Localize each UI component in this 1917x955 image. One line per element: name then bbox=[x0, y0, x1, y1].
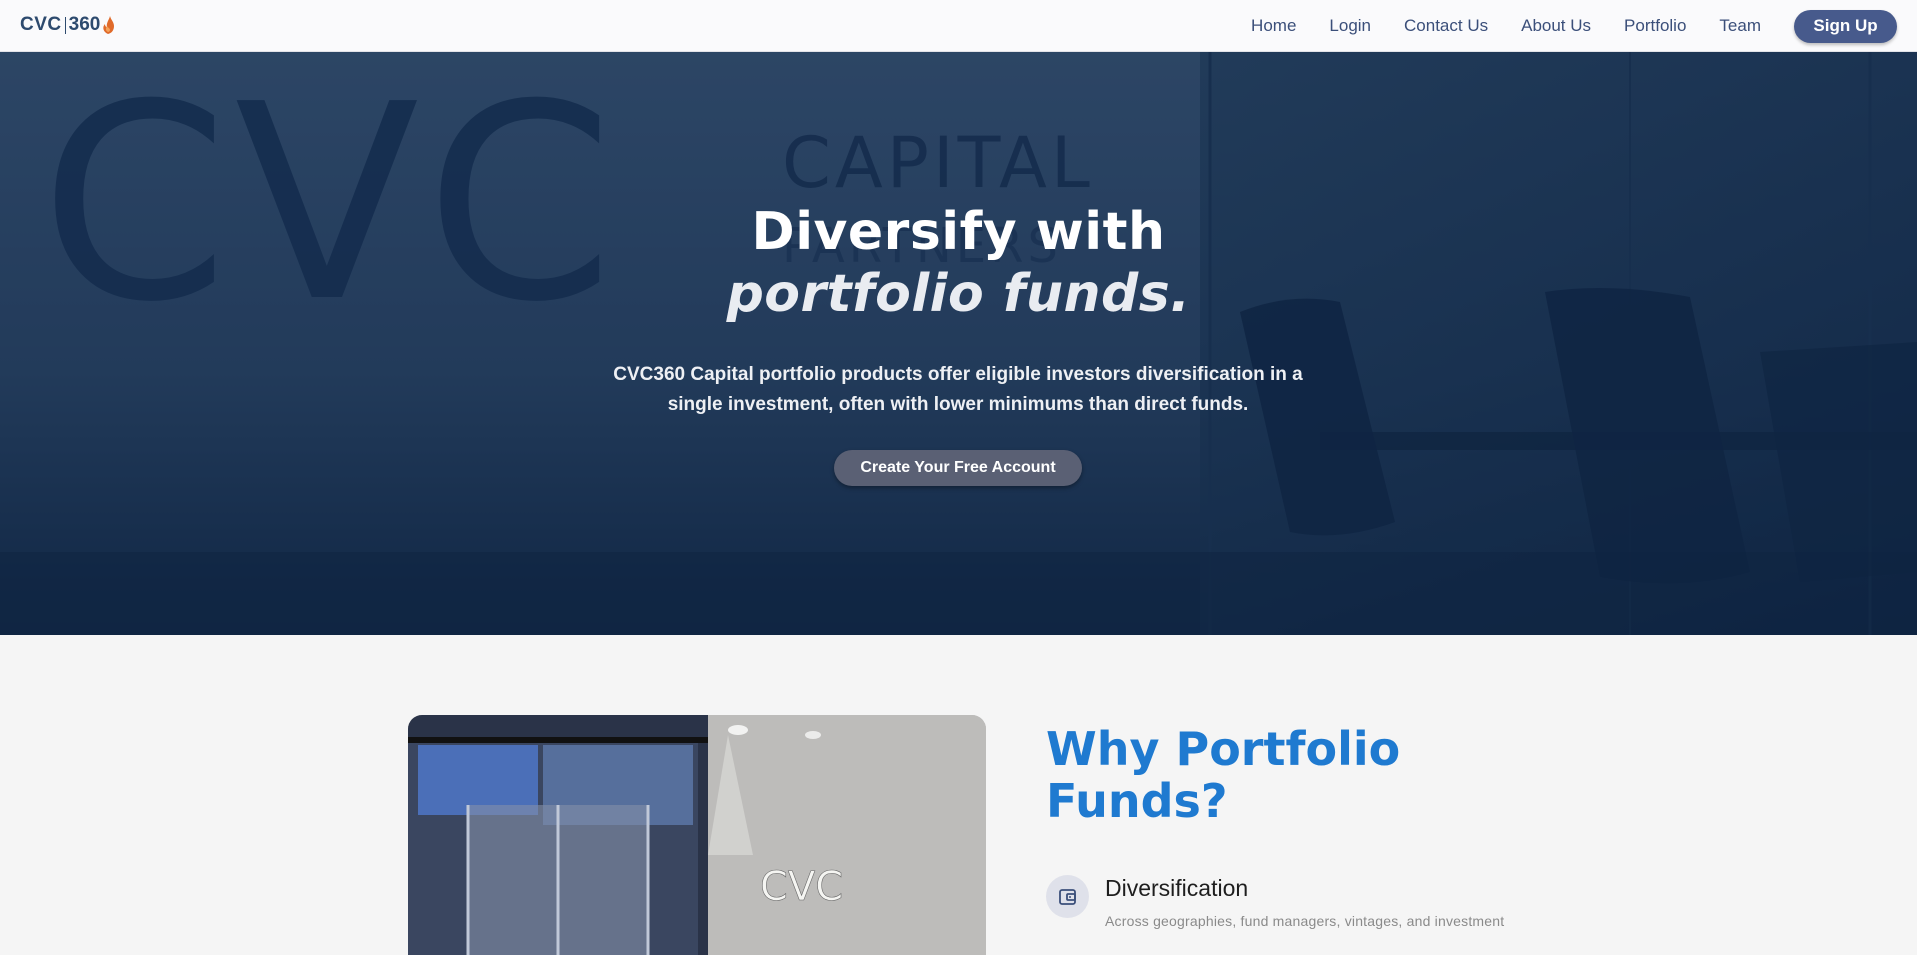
why-section-title: Why Portfolio Funds? bbox=[1046, 722, 1401, 828]
nav-portfolio-link[interactable]: Portfolio bbox=[1624, 16, 1686, 36]
hero-subtitle: CVC360 Capital portfolio products offer … bbox=[613, 364, 1303, 415]
nav-login-link[interactable]: Login bbox=[1329, 16, 1371, 36]
logo-text-360: 360 bbox=[68, 14, 101, 35]
nav-contact-link[interactable]: Contact Us bbox=[1404, 16, 1488, 36]
nav-team-link[interactable]: Team bbox=[1719, 16, 1761, 36]
hero-title-line2: portfolio funds. bbox=[726, 264, 1191, 324]
logo-text-cvc: CVC bbox=[20, 14, 62, 35]
top-navbar: CVC 360 Home Login Contact Us About Us P… bbox=[0, 0, 1917, 52]
nav-links: Home Login Contact Us About Us Portfolio… bbox=[1251, 0, 1897, 52]
office-entrance-photo: CVC bbox=[408, 715, 986, 955]
office-entrance-image: CVC bbox=[408, 715, 986, 955]
feature-description: Across geographies, fund managers, vinta… bbox=[1105, 913, 1505, 929]
create-account-button[interactable]: Create Your Free Account bbox=[834, 450, 1082, 486]
logo-separator bbox=[64, 16, 66, 34]
cvc360-logo[interactable]: CVC 360 bbox=[20, 13, 116, 37]
flame-icon bbox=[103, 16, 115, 34]
nav-home-link[interactable]: Home bbox=[1251, 16, 1296, 36]
sign-up-button[interactable]: Sign Up bbox=[1794, 9, 1897, 43]
hero-content: Diversify with portfolio funds. CVC360 C… bbox=[0, 52, 1917, 635]
office-sign-text: CVC bbox=[760, 864, 843, 910]
nav-about-link[interactable]: About Us bbox=[1521, 16, 1591, 36]
hero-section: CVC CAPITAL PARTNERS Diversify with port… bbox=[0, 52, 1917, 635]
hero-title-line1: Diversify with bbox=[751, 202, 1166, 262]
wallet-icon bbox=[1046, 875, 1089, 918]
feature-title-diversification: Diversification bbox=[1105, 875, 1249, 901]
